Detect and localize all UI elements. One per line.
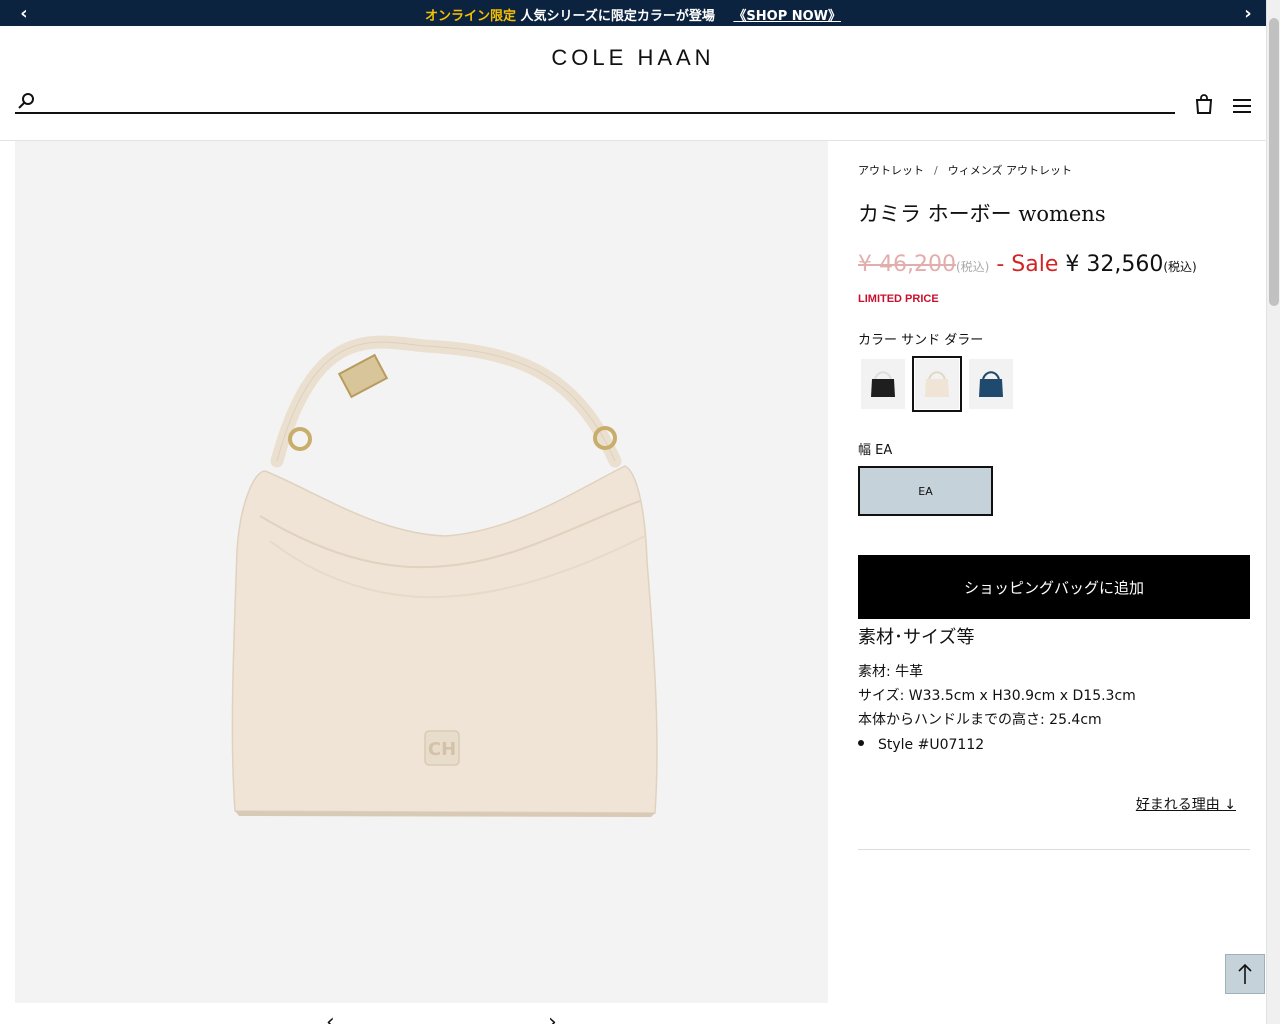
width-label: 幅 EA bbox=[858, 439, 892, 458]
original-price-tax-note: (税込) bbox=[955, 260, 990, 274]
spec-style-number: Style #U07112 bbox=[858, 737, 984, 753]
scrollbar-thumb[interactable] bbox=[1269, 18, 1279, 306]
width-option-ea[interactable]: EA bbox=[858, 466, 993, 516]
color-swatches bbox=[858, 356, 1016, 412]
breadcrumb-item-outlet[interactable]: アウトレット bbox=[858, 164, 924, 177]
hamburger-menu-icon[interactable] bbox=[1233, 98, 1251, 114]
spec-handle-height: 本体からハンドルまでの高さ: 25.4cm bbox=[858, 712, 1102, 728]
product-image-hobo-bag: CH bbox=[231, 335, 658, 817]
sale-price-tax-note: (税込) bbox=[1163, 260, 1197, 274]
page-scrollbar[interactable] bbox=[1266, 0, 1280, 1024]
swatch-sand-dollar[interactable] bbox=[912, 356, 962, 412]
product-title: カミラ ホーボー womens bbox=[858, 202, 1106, 226]
spec-style-text: Style #U07112 bbox=[878, 737, 985, 753]
promo-text: 人気シリーズに限定カラーが登場 bbox=[520, 9, 715, 24]
swatch-navy[interactable] bbox=[966, 356, 1016, 412]
back-to-top-button[interactable] bbox=[1225, 954, 1265, 994]
specs-list: 素材: 牛革 サイズ: W33.5cm x H30.9cm x D15.3cm … bbox=[858, 660, 1136, 732]
breadcrumb-item-womens-outlet[interactable]: ウィメンズ アウトレット bbox=[948, 164, 1072, 177]
bullet-icon bbox=[858, 740, 864, 746]
breadcrumb-separator: / bbox=[934, 164, 938, 177]
arrow-up-icon bbox=[1238, 963, 1252, 984]
search-icon[interactable] bbox=[17, 92, 35, 110]
product-image-gallery[interactable]: CH bbox=[15, 141, 828, 1003]
color-label: カラー サンド ダラー bbox=[858, 329, 983, 348]
price-row: ¥ 46,200(税込) - Sale ¥ 32,560(税込) bbox=[858, 252, 1197, 277]
specs-heading: 素材･サイズ等 bbox=[858, 627, 975, 648]
color-label-text: カラー bbox=[858, 333, 898, 348]
info-divider bbox=[858, 849, 1250, 850]
search-bar bbox=[15, 92, 1175, 114]
original-price: ¥ 46,200 bbox=[858, 252, 956, 277]
promo-shop-now-link[interactable]: 《SHOP NOW》 bbox=[733, 9, 841, 24]
gallery-prev-arrow-icon[interactable]: ‹ bbox=[326, 1010, 335, 1024]
brand-logo[interactable]: COLE HAAN bbox=[0, 45, 1266, 71]
spec-material: 素材: 牛革 bbox=[858, 664, 924, 680]
color-value: サンド ダラー bbox=[901, 333, 984, 348]
svg-text:CH: CH bbox=[428, 739, 456, 760]
sale-price: ¥ 32,560 bbox=[1065, 252, 1164, 277]
width-label-text: 幅 bbox=[858, 443, 872, 458]
shopping-bag-icon[interactable] bbox=[1195, 94, 1213, 114]
search-input[interactable] bbox=[43, 92, 1163, 112]
swatch-sand-dollar-thumbnail bbox=[925, 371, 949, 397]
swatch-black[interactable] bbox=[858, 356, 908, 412]
swatch-navy-thumbnail bbox=[979, 371, 1003, 397]
promo-next-arrow-icon[interactable]: › bbox=[1238, 3, 1258, 24]
breadcrumb: アウトレット / ウィメンズ アウトレット bbox=[858, 162, 1072, 178]
why-loved-link[interactable]: 好まれる理由 ↓ bbox=[1136, 794, 1236, 814]
gallery-next-arrow-icon[interactable]: › bbox=[548, 1010, 557, 1024]
swatch-black-thumbnail bbox=[871, 371, 895, 397]
width-value: EA bbox=[875, 443, 893, 458]
promo-message: オンライン限定 人気シリーズに限定カラーが登場 《SHOP NOW》 bbox=[0, 5, 1266, 24]
sale-label: - Sale bbox=[996, 252, 1059, 277]
add-to-bag-button[interactable]: ショッピングバッグに追加 bbox=[858, 555, 1250, 619]
limited-price-badge: LIMITED PRICE bbox=[858, 293, 939, 305]
spec-size: サイズ: W33.5cm x H30.9cm x D15.3cm bbox=[858, 688, 1136, 704]
promo-bar: ‹ オンライン限定 人気シリーズに限定カラーが登場 《SHOP NOW》 › bbox=[0, 0, 1266, 26]
promo-highlight: オンライン限定 bbox=[424, 9, 516, 24]
